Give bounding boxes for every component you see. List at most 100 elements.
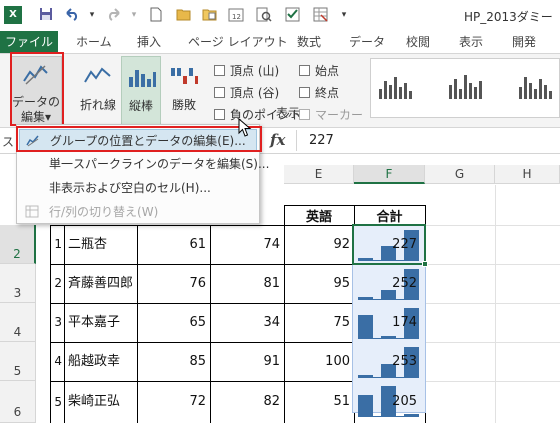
cell-name[interactable]: 柴崎正弘 [66, 381, 137, 423]
cell-name[interactable]: 斉藤善四郎 [66, 264, 137, 303]
type-winloss-label: 勝敗 [171, 98, 196, 112]
group-label-show: 表示 [276, 106, 301, 120]
undo-dropdown-icon[interactable]: ▾ [84, 7, 100, 23]
column-header-g[interactable]: G [425, 165, 495, 184]
cell-score-c[interactable]: 61 [138, 225, 210, 264]
tab-developer[interactable]: 開発 [512, 31, 536, 53]
cell-score-english[interactable]: 92 [285, 225, 354, 264]
header-cell-total[interactable]: 合計 [354, 206, 425, 225]
cell-number[interactable]: 3 [51, 303, 64, 342]
check-high-point-label: 頂点 (山) [230, 64, 280, 78]
cell-name[interactable]: 二瓶杏 [66, 225, 137, 264]
cell-score-c[interactable]: 85 [138, 342, 210, 381]
cell-name[interactable]: 平本嘉子 [66, 303, 137, 342]
menu-item-hidden-empty-cells[interactable]: 非表示および空白のセル(H)... [19, 177, 257, 199]
cell-total[interactable]: 227 [355, 225, 425, 264]
cell-score-english[interactable]: 75 [285, 303, 354, 342]
check-markers: マーカー [299, 106, 363, 123]
cell-total[interactable]: 253 [355, 342, 425, 381]
title-bar: X ▾ ▾ 12 ▾ HP_2013ダミー [0, 0, 560, 31]
tab-file[interactable]: ファイル [0, 31, 58, 53]
spreadsheet-icon[interactable] [312, 7, 328, 23]
name-box-fragment: ス [2, 135, 15, 149]
check-high-point[interactable]: 頂点 (山) [214, 62, 279, 79]
cell-number[interactable]: 4 [51, 342, 64, 381]
ribbon-sparkline-tools: データの 編集▾ 折れ線 縦棒 勝敗 頂点 (山) 頂点 (谷) 負のポイント … [0, 53, 560, 128]
check-low-point[interactable]: 頂点 (谷) [214, 84, 279, 101]
column-sparkline-icon [129, 70, 156, 87]
check-last-point[interactable]: 終点 [299, 84, 339, 101]
cell-name[interactable]: 船越政幸 [66, 342, 137, 381]
calendar-icon[interactable]: 12 [228, 7, 244, 23]
type-line-button[interactable]: 折れ線 [78, 56, 118, 126]
redo-icon[interactable] [106, 7, 122, 23]
callout-frame-edit-data [10, 52, 64, 126]
tab-view[interactable]: 表示 [459, 31, 483, 53]
document-title: HP_2013ダミー [464, 10, 553, 24]
type-line-label: 折れ線 [79, 98, 116, 112]
insert-function-icon[interactable]: fx [270, 131, 285, 149]
cell-number[interactable]: 5 [51, 381, 64, 423]
row-header-2[interactable]: 2 [0, 225, 36, 264]
checkbox-icon[interactable] [284, 7, 300, 23]
checkbox-low-point[interactable] [214, 87, 225, 98]
tab-review[interactable]: 校閲 [406, 31, 430, 53]
formula-input[interactable]: 227 [296, 130, 560, 151]
undo-icon[interactable] [64, 7, 80, 23]
row-header-5[interactable]: 5 [0, 342, 36, 381]
type-winloss-button[interactable]: 勝敗 [164, 56, 204, 126]
checkbox-high-point[interactable] [214, 65, 225, 76]
switch-row-column-icon [25, 205, 39, 218]
cell-score-c[interactable]: 72 [138, 381, 210, 423]
callout-frame-menu-item [16, 126, 262, 152]
cell-score-c[interactable]: 76 [138, 264, 210, 303]
cell-score-c[interactable]: 65 [138, 303, 210, 342]
cell-total[interactable]: 205 [355, 381, 425, 423]
cell-score-d[interactable]: 82 [211, 381, 284, 423]
gridline [425, 381, 560, 382]
new-document-icon[interactable] [148, 7, 164, 23]
column-header-e[interactable]: E [284, 165, 354, 184]
column-header-h[interactable]: H [495, 165, 560, 184]
check-first-point[interactable]: 始点 [299, 62, 339, 79]
cell-score-english[interactable]: 100 [285, 342, 354, 381]
tab-insert[interactable]: 挿入 [137, 31, 161, 53]
checkbox-negative-points[interactable] [214, 109, 225, 120]
header-cell-english[interactable]: 英語 [284, 206, 354, 225]
cell-score-d[interactable]: 81 [211, 264, 284, 303]
tab-page-layout[interactable]: ページ レイアウト [188, 31, 288, 53]
row-header-3[interactable]: 3 [0, 264, 36, 303]
style-gallery-preview-icon [379, 75, 552, 99]
cell-total[interactable]: 174 [355, 303, 425, 342]
cell-total[interactable]: 252 [355, 264, 425, 303]
column-header-f[interactable]: F [354, 165, 425, 184]
open-folder-icon[interactable] [176, 7, 192, 23]
tab-formulas[interactable]: 数式 [297, 31, 321, 53]
cell-score-d[interactable]: 74 [211, 225, 284, 264]
redo-dropdown-icon[interactable]: ▾ [126, 7, 142, 23]
checkbox-first-point[interactable] [299, 65, 310, 76]
save-icon[interactable] [38, 7, 54, 23]
menu-item-edit-single[interactable]: 単一スパークラインのデータを編集(S)... [19, 153, 269, 175]
sparkline-style-gallery[interactable] [370, 58, 560, 118]
cell-number[interactable]: 1 [51, 225, 64, 264]
menu-item-switch-row-column-label: 行/列の切り替え(W) [49, 205, 159, 219]
qat-customize-icon[interactable]: ▾ [336, 7, 352, 23]
type-column-button[interactable]: 縦棒 [121, 56, 161, 126]
tab-data[interactable]: データ [349, 31, 385, 53]
row-header-6[interactable]: 6 [0, 381, 36, 423]
cell-score-english[interactable]: 51 [285, 381, 354, 423]
print-preview-icon[interactable] [256, 7, 272, 23]
row-header-4[interactable]: 4 [0, 303, 36, 342]
cell-score-d[interactable]: 34 [211, 303, 284, 342]
type-column-label: 縦棒 [128, 99, 153, 113]
cell-number[interactable]: 2 [51, 264, 64, 303]
open-file-icon[interactable] [202, 7, 218, 23]
check-first-point-label: 始点 [315, 64, 340, 78]
checkbox-last-point[interactable] [299, 87, 310, 98]
checkbox-markers [299, 109, 310, 120]
excel-logo-icon[interactable]: X [4, 6, 22, 24]
cell-score-english[interactable]: 95 [285, 264, 354, 303]
cell-score-d[interactable]: 91 [211, 342, 284, 381]
tab-home[interactable]: ホーム [76, 31, 112, 53]
